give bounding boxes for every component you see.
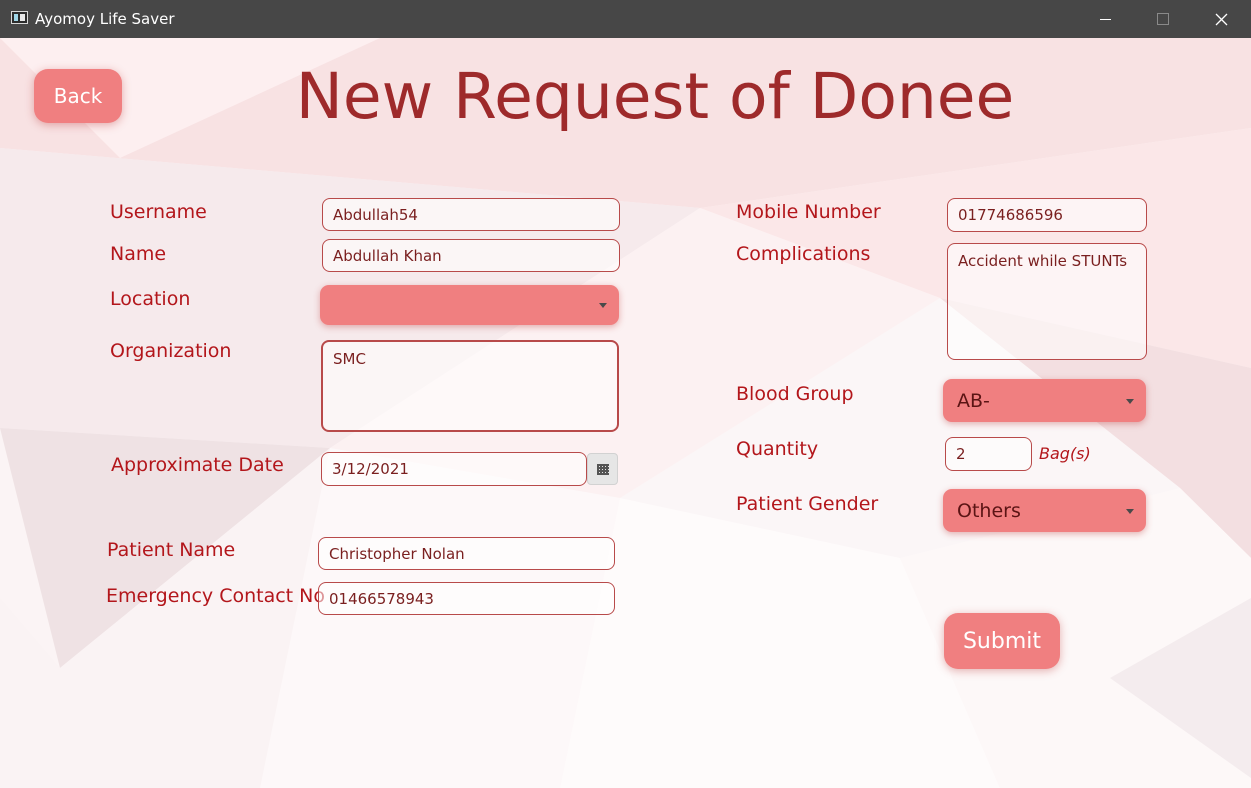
maximize-icon <box>1157 13 1169 25</box>
app-icon <box>11 11 28 24</box>
name-label: Name <box>110 243 167 265</box>
chevron-down-icon <box>1126 398 1134 404</box>
blood-group-select[interactable]: AB- <box>943 379 1146 422</box>
approximate-date-input[interactable]: 3/12/2021 <box>321 452 587 486</box>
page-title: New Request of Donee <box>295 60 1015 133</box>
quantity-unit: Bag(s) <box>1039 444 1091 463</box>
emergency-contact-label: Emergency Contact No <box>106 585 326 607</box>
approximate-date-label: Approximate Date <box>111 454 284 476</box>
chevron-down-icon <box>599 303 607 308</box>
username-input[interactable]: Abdullah54 <box>322 198 620 231</box>
patient-gender-label: Patient Gender <box>736 493 879 515</box>
blood-group-value: AB- <box>957 389 990 412</box>
maximize-button[interactable] <box>1134 0 1192 38</box>
location-label: Location <box>110 288 191 310</box>
username-label: Username <box>110 201 207 223</box>
form-area: Back New Request of Donee Username Abdul… <box>0 38 1251 788</box>
chevron-down-icon <box>1126 508 1134 514</box>
close-icon <box>1215 13 1227 25</box>
submit-button[interactable]: Submit <box>944 613 1060 669</box>
quantity-input[interactable]: 2 <box>945 437 1032 471</box>
emergency-contact-input[interactable]: 01466578943 <box>318 582 615 615</box>
organization-textarea[interactable]: SMC <box>321 340 619 432</box>
minimize-button[interactable] <box>1076 0 1134 38</box>
blood-group-label: Blood Group <box>736 383 854 405</box>
app-window: Ayomoy Life Saver Back New Request of Do… <box>0 0 1251 788</box>
minimize-icon <box>1099 18 1111 20</box>
patient-name-input[interactable]: Christopher Nolan <box>318 537 615 570</box>
location-select[interactable] <box>320 285 619 325</box>
close-button[interactable] <box>1192 0 1250 38</box>
complications-label: Complications <box>736 243 871 265</box>
complications-textarea[interactable]: Accident while STUNTs <box>947 243 1147 360</box>
mobile-number-input[interactable]: 01774686596 <box>947 198 1147 232</box>
name-input[interactable]: Abdullah Khan <box>322 239 620 272</box>
mobile-number-label: Mobile Number <box>736 201 881 223</box>
organization-label: Organization <box>110 340 232 362</box>
patient-gender-value: Others <box>957 499 1021 522</box>
window-title: Ayomoy Life Saver <box>35 10 175 28</box>
quantity-label: Quantity <box>736 438 819 460</box>
title-bar: Ayomoy Life Saver <box>0 0 1251 38</box>
patient-gender-select[interactable]: Others <box>943 489 1146 532</box>
patient-name-label: Patient Name <box>107 539 236 561</box>
submit-label: Submit <box>962 628 1042 654</box>
date-picker-button[interactable] <box>587 453 618 485</box>
calendar-icon <box>596 463 609 475</box>
